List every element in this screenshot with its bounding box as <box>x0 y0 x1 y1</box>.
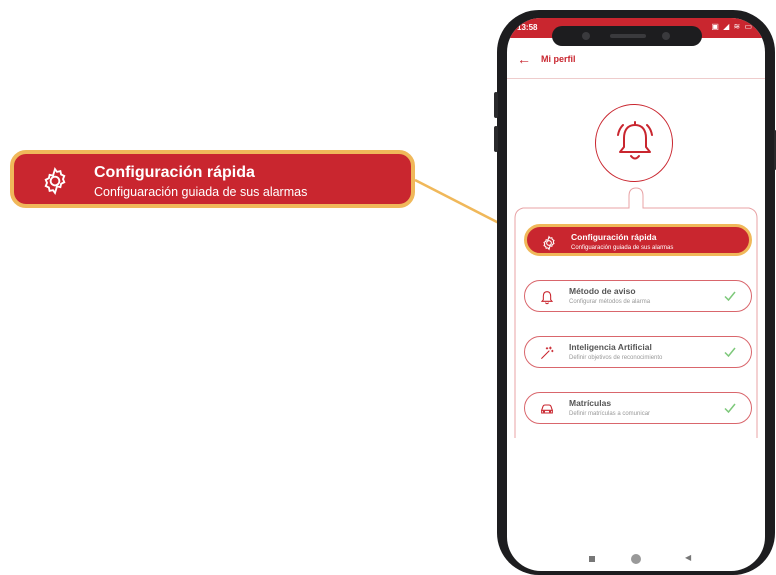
menu-item-quick-config[interactable]: Configuración rápida Configuaración guia… <box>524 224 752 256</box>
callout-title: Configuración rápida <box>94 164 255 181</box>
back-nav-icon[interactable]: ◀ <box>685 553 691 562</box>
menu-item-title: Matrículas <box>569 398 612 408</box>
app-bar-divider <box>507 78 765 79</box>
phone-screen: 13:58 ▣ ◢ ≋ ▭ ← Mi perfil Configuración … <box>507 18 765 571</box>
gear-icon <box>543 235 555 251</box>
page-title: Mi perfil <box>541 54 576 64</box>
volume-button <box>494 126 498 152</box>
app-bar: ← Mi perfil <box>507 48 765 72</box>
menu-item-subtitle: Definir objetivos de reconocimiento <box>569 355 663 361</box>
menu-item-plates[interactable]: Matrículas Definir matrículas a comunica… <box>524 392 752 424</box>
volume-button <box>494 92 498 118</box>
arrow-left-icon[interactable]: ← <box>517 51 531 67</box>
menu-item-title: Configuración rápida <box>571 232 657 242</box>
front-sensor <box>662 32 670 40</box>
menu-item-title: Método de aviso <box>569 286 636 296</box>
menu-item-subtitle: Configurar métodos de alarma <box>569 299 651 305</box>
gear-icon <box>44 167 66 195</box>
profile-bell-badge <box>595 104 673 182</box>
check-icon <box>724 403 736 414</box>
recents-nav-icon[interactable] <box>589 556 595 562</box>
front-camera <box>582 32 590 40</box>
menu-item-alert-method[interactable]: Método de aviso Configurar métodos de al… <box>524 280 752 312</box>
car-icon <box>541 404 553 414</box>
earpiece-speaker <box>610 34 646 38</box>
camera-notch <box>552 26 702 46</box>
bell-icon <box>617 121 653 160</box>
callout-subtitle: Configuaración guiada de sus alarmas <box>94 185 308 199</box>
callout-quick-config: Configuración rápida Configuaración guia… <box>10 150 415 208</box>
menu-item-subtitle: Definir matrículas a comunicar <box>569 411 651 417</box>
home-nav-icon[interactable] <box>631 554 641 564</box>
menu-item-title: Inteligencia Artificial <box>569 342 652 352</box>
system-nav-bar: ◀ <box>507 548 765 568</box>
check-icon <box>724 291 736 302</box>
status-time: 13:58 <box>517 23 538 32</box>
bell-icon <box>540 291 554 305</box>
status-icons: ▣ ◢ ≋ ▭ <box>711 22 753 31</box>
menu-item-subtitle: Configuaración guiada de sus alarmas <box>571 245 674 251</box>
magic-wand-icon <box>541 346 554 359</box>
menu-item-ai[interactable]: Inteligencia Artificial Definir objetivo… <box>524 336 752 368</box>
check-icon <box>724 347 736 358</box>
